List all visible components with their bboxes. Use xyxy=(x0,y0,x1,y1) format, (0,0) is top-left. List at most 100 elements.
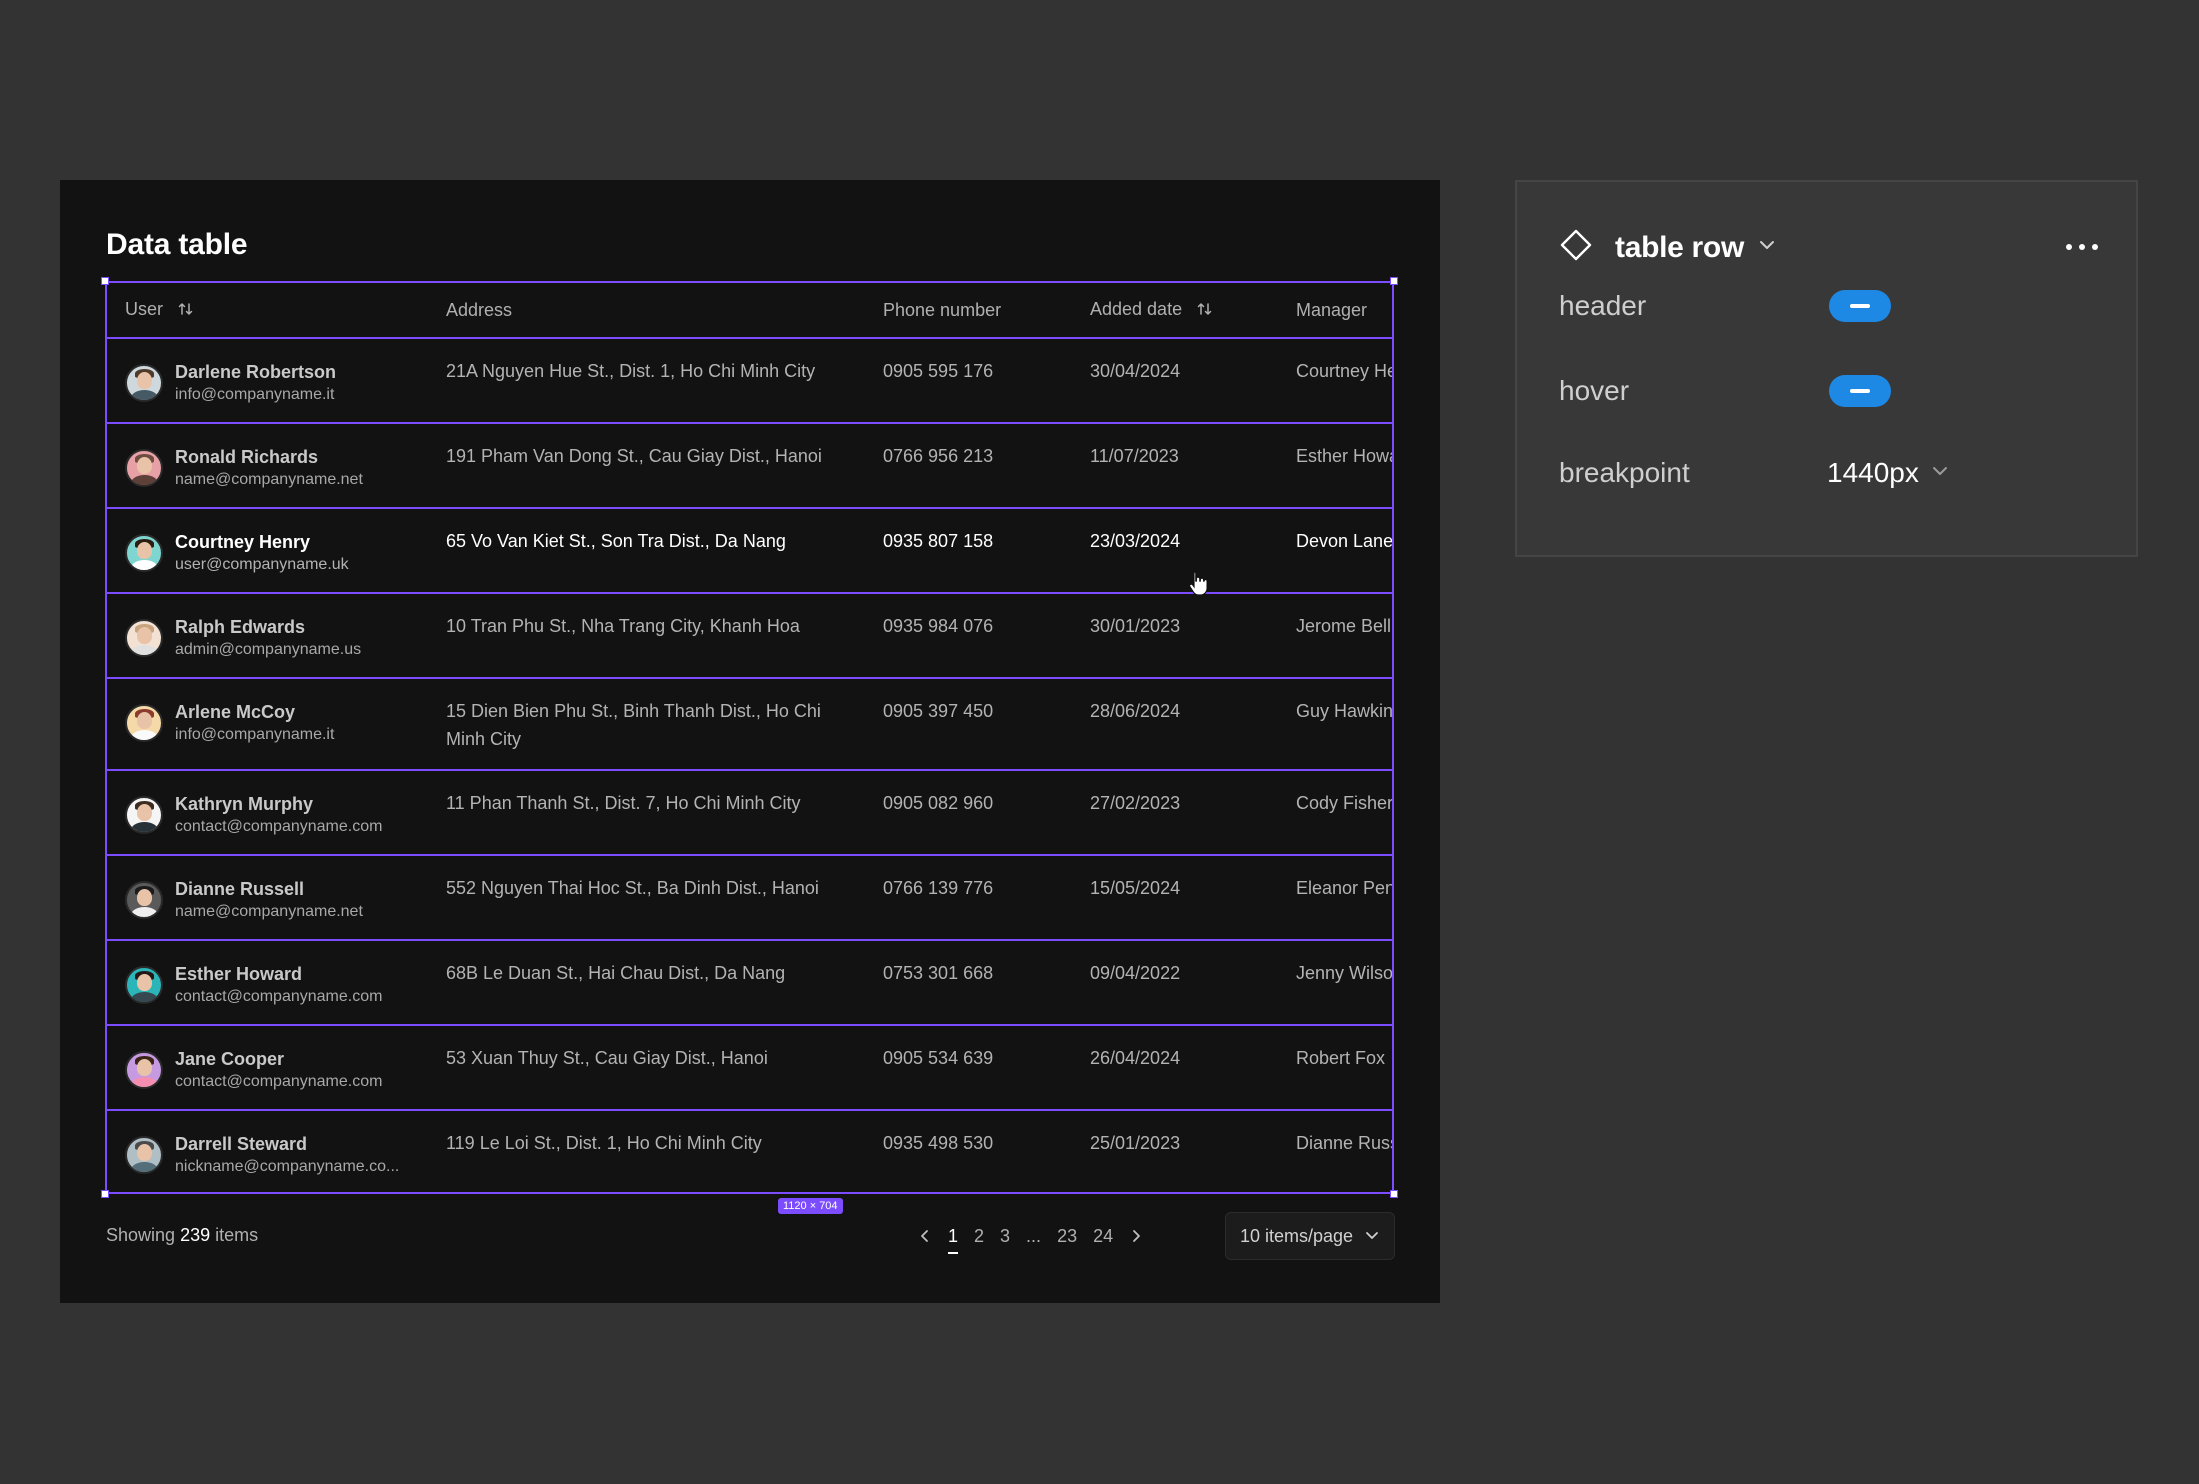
column-header-user[interactable]: User xyxy=(107,283,428,339)
address-cell: 10 Tran Phu St., Nha Trang City, Khanh H… xyxy=(446,616,800,636)
sort-arrows-icon[interactable] xyxy=(178,301,194,322)
page-link[interactable]: 2 xyxy=(966,1216,992,1256)
avatar xyxy=(125,704,163,742)
prop-label: hover xyxy=(1559,375,1630,406)
table-row[interactable]: Kathryn Murphy contact@companyname.com 11… xyxy=(107,770,1392,855)
column-header-phone: Phone number xyxy=(865,283,1072,339)
resize-handle[interactable] xyxy=(101,1190,109,1198)
user-cell: Ronald Richards name@companyname.net xyxy=(107,423,428,508)
page-link-current[interactable]: 1 xyxy=(940,1216,966,1256)
date-cell: 23/03/2024 xyxy=(1090,531,1181,551)
address-cell: 21A Nguyen Hue St., Dist. 1, Ho Chi Minh… xyxy=(446,361,816,381)
header-toggle[interactable] xyxy=(1829,290,1891,322)
manager-cell: Dianne Russell xyxy=(1296,1133,1392,1153)
chevron-right-icon[interactable] xyxy=(1121,1216,1151,1256)
phone-cell: 0766 956 213 xyxy=(883,446,994,466)
table-row[interactable]: Darrell Steward nickname@companyname.co..… xyxy=(107,1110,1392,1192)
chevron-down-icon[interactable] xyxy=(1758,236,1776,259)
manager-cell: Jenny Wilson xyxy=(1296,963,1394,983)
chevron-down-icon[interactable] xyxy=(1931,462,1949,485)
items-per-page-select[interactable]: 10 items/page xyxy=(1225,1212,1395,1260)
avatar xyxy=(125,449,163,487)
user-cell: Courtney Henry user@companyname.uk xyxy=(107,508,428,593)
page-link[interactable]: 23 xyxy=(1049,1216,1085,1256)
component-selector[interactable]: table row xyxy=(1559,228,1776,267)
user-cell: Ralph Edwards admin@companyname.us xyxy=(107,593,428,678)
avatar xyxy=(125,619,163,657)
table-header-row: User Address Phone number Added date Man… xyxy=(107,283,1392,339)
manager-cell: Esther Howard xyxy=(1296,446,1392,466)
address-cell: 68B Le Duan St., Hai Chau Dist., Da Nang xyxy=(446,963,786,983)
avatar xyxy=(125,1136,163,1174)
component-name: table row xyxy=(1615,230,1744,264)
hand-cursor-icon xyxy=(1186,569,1210,602)
date-cell: 27/02/2023 xyxy=(1090,793,1181,813)
user-name: Ronald Richards xyxy=(175,447,319,467)
user-cell: Dianne Russell name@companyname.net xyxy=(107,855,428,940)
table-row[interactable]: Ronald Richards name@companyname.net 191 … xyxy=(107,423,1392,508)
user-name: Arlene McCoy xyxy=(175,702,296,722)
item-count-value: 239 xyxy=(180,1225,211,1245)
date-cell: 26/04/2024 xyxy=(1090,1048,1181,1068)
resize-handle[interactable] xyxy=(1390,1190,1398,1198)
date-cell: 15/05/2024 xyxy=(1090,878,1181,898)
table-row[interactable]: Arlene McCoy info@companyname.it 15 Dien … xyxy=(107,678,1392,770)
item-count-suffix: items xyxy=(215,1225,259,1245)
user-name: Esther Howard xyxy=(175,964,303,984)
table-row[interactable]: Darlene Robertson info@companyname.it 21A… xyxy=(107,338,1392,423)
avatar xyxy=(125,796,163,834)
breakpoint-select[interactable]: 1440px xyxy=(1827,457,1919,489)
more-horizontal-icon[interactable] xyxy=(2066,244,2098,250)
column-header-label: Manager xyxy=(1296,299,1368,320)
item-count-prefix: Showing xyxy=(106,1225,176,1245)
user-email: info@companyname.it xyxy=(175,726,335,743)
prop-label: header xyxy=(1559,290,1647,321)
avatar xyxy=(125,364,163,402)
sort-arrows-icon[interactable] xyxy=(1197,301,1213,322)
prop-header: header xyxy=(1559,290,1891,322)
address-cell: 15 Dien Bien Phu St., Binh Thanh Dist., … xyxy=(446,701,821,749)
manager-cell: Devon Lane xyxy=(1296,531,1394,551)
address-cell: 552 Nguyen Thai Hoc St., Ba Dinh Dist., … xyxy=(446,878,819,898)
table-row[interactable]: Dianne Russell name@companyname.net 552 N… xyxy=(107,855,1392,940)
column-header-address: Address xyxy=(428,283,865,339)
table-row[interactable]: Esther Howard contact@companyname.com 68B… xyxy=(107,940,1394,1025)
page-link[interactable]: 24 xyxy=(1085,1216,1121,1256)
phone-cell: 0935 807 158 xyxy=(883,531,994,551)
user-name: Darlene Robertson xyxy=(175,362,337,382)
chevron-down-icon xyxy=(1365,1226,1379,1247)
date-cell: 11/07/2023 xyxy=(1090,446,1179,466)
avatar xyxy=(125,881,163,919)
user-email: info@companyname.it xyxy=(175,386,335,403)
user-name: Courtney Henry xyxy=(175,532,311,552)
prop-label: breakpoint xyxy=(1559,457,1690,488)
column-header-label: Added date xyxy=(1090,298,1183,319)
column-header-label: Phone number xyxy=(883,299,1002,320)
table-row[interactable]: Jane Cooper contact@companyname.com 53 Xu… xyxy=(107,1025,1392,1110)
component-properties-panel: table row header hover breakpoint 1440px xyxy=(1515,180,2138,557)
manager-cell: Courtney Henry xyxy=(1296,361,1392,381)
address-cell: 11 Phan Thanh St., Dist. 7, Ho Chi Minh … xyxy=(446,793,801,813)
phone-cell: 0935 498 530 xyxy=(883,1133,994,1153)
chevron-left-icon[interactable] xyxy=(910,1216,940,1256)
avatar xyxy=(125,534,163,572)
column-header-label: Address xyxy=(446,299,513,320)
avatar xyxy=(125,966,163,1004)
user-email: contact@companyname.com xyxy=(175,1073,383,1090)
page-link[interactable]: 3 xyxy=(992,1216,1018,1256)
user-cell: Darlene Robertson info@companyname.it xyxy=(107,338,428,423)
prop-hover: hover xyxy=(1559,375,1891,407)
address-cell: 53 Xuan Thuy St., Cau Giay Dist., Hanoi xyxy=(446,1048,768,1068)
address-cell: 119 Le Loi St., Dist. 1, Ho Chi Minh Cit… xyxy=(446,1133,762,1153)
user-name: Ralph Edwards xyxy=(175,617,306,637)
resize-handle[interactable] xyxy=(1390,277,1398,285)
items-per-page-value: 10 items/page xyxy=(1240,1225,1354,1246)
table-row[interactable]: Ralph Edwards admin@companyname.us 10 Tra… xyxy=(107,593,1392,678)
user-email: nickname@companyname.co... xyxy=(175,1158,400,1175)
resize-handle[interactable] xyxy=(101,277,109,285)
table-frame[interactable]: User Address Phone number Added date Man… xyxy=(105,281,1394,1194)
manager-cell: Robert Fox xyxy=(1296,1048,1386,1068)
date-cell: 28/06/2024 xyxy=(1090,701,1181,721)
column-header-added-date[interactable]: Added date xyxy=(1072,283,1278,339)
hover-toggle[interactable] xyxy=(1829,375,1891,407)
